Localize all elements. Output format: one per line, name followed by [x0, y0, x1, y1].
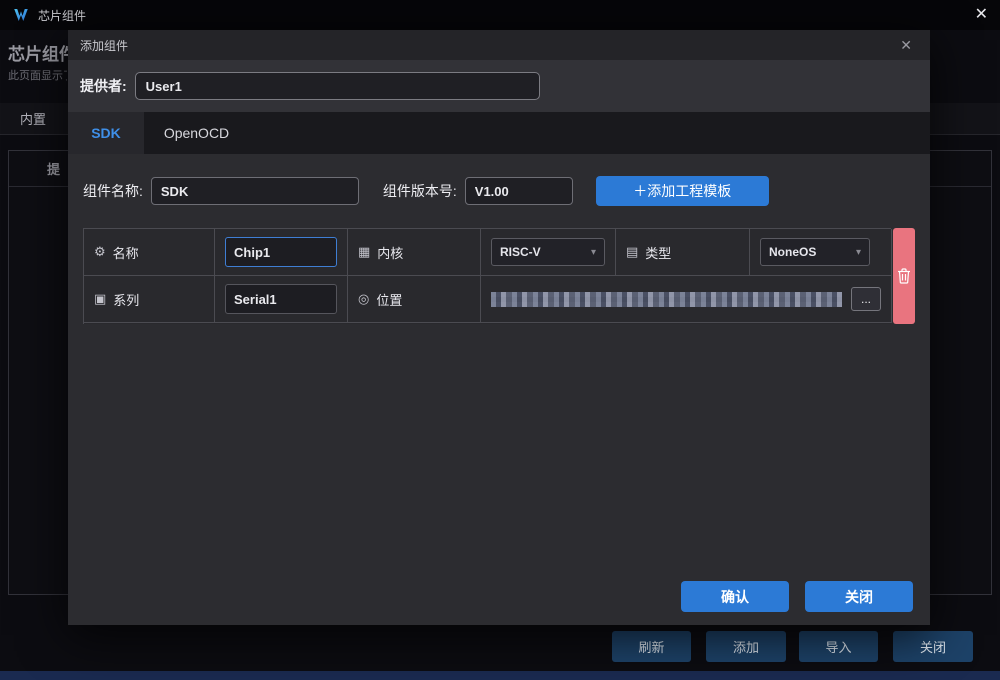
- series-value-cell: [215, 276, 348, 323]
- type-value-cell: NoneOS ▾: [750, 229, 892, 276]
- dialog-content: 组件名称: 组件版本号: ＋添加工程模板 ⚙ 名称: [68, 154, 930, 625]
- dialog-close-button[interactable]: 关闭: [805, 581, 913, 612]
- type-dropdown[interactable]: NoneOS ▾: [760, 238, 870, 266]
- page-close-button[interactable]: 关闭: [893, 631, 973, 662]
- series-icon: ▣: [94, 291, 107, 306]
- tab-sdk[interactable]: SDK: [68, 112, 144, 154]
- template-table: ⚙ 名称 ▦ 内核 RISC-V ▾: [83, 228, 892, 324]
- type-icon: ▤: [626, 244, 639, 259]
- delete-row-button[interactable]: [893, 228, 915, 324]
- location-label-cell: ◎ 位置: [348, 276, 481, 323]
- component-version-label: 组件版本号:: [382, 183, 457, 199]
- core-label: 内核: [377, 245, 404, 261]
- chevron-down-icon: ▾: [855, 246, 861, 258]
- component-version-input[interactable]: [464, 177, 573, 205]
- core-label-cell: ▦ 内核: [348, 229, 481, 276]
- window-close-icon[interactable]: ✕: [975, 7, 988, 23]
- refresh-button[interactable]: 刷新: [612, 631, 691, 662]
- location-value-cell: ...: [481, 276, 892, 323]
- tab-openocd[interactable]: OpenOCD: [144, 112, 249, 154]
- window-title: 芯片组件: [38, 8, 87, 23]
- page-subtitle: 此页面显示了: [8, 70, 67, 82]
- location-label: 位置: [376, 292, 403, 308]
- type-dropdown-value: NoneOS: [769, 245, 817, 259]
- provider-input[interactable]: [134, 72, 540, 100]
- series-label: 系列: [113, 292, 140, 308]
- add-button[interactable]: 添加: [706, 631, 786, 662]
- app-logo-icon: [14, 9, 28, 21]
- core-dropdown-value: RISC-V: [500, 245, 541, 259]
- template-table-wrap: ⚙ 名称 ▦ 内核 RISC-V ▾: [83, 228, 915, 324]
- name-label-cell: ⚙ 名称: [84, 229, 215, 276]
- dialog-footer: 确认 关闭: [681, 581, 913, 612]
- provider-label: 提供者:: [80, 78, 127, 94]
- type-label-cell: ▤ 类型: [616, 229, 750, 276]
- dialog-tabs: SDK OpenOCD: [68, 112, 930, 154]
- tab-builtin[interactable]: 内置: [20, 109, 46, 128]
- page-title: 芯片组件: [8, 45, 76, 64]
- component-name-input[interactable]: [150, 177, 359, 205]
- chip-name-input[interactable]: [225, 237, 337, 267]
- dialog-title: 添加组件: [80, 38, 129, 53]
- location-icon: ◎: [358, 291, 370, 306]
- name-value-cell: [215, 229, 348, 276]
- core-value-cell: RISC-V ▾: [481, 229, 616, 276]
- dialog-header: 添加组件 ✕: [68, 30, 930, 60]
- provider-row: 提供者:: [68, 60, 930, 112]
- add-component-dialog: 添加组件 ✕ 提供者: SDK OpenOCD 组件名称: 组件版本号: ＋添加…: [68, 30, 930, 625]
- add-template-button[interactable]: ＋添加工程模板: [595, 176, 769, 206]
- page-button-row: 刷新 添加 导入 关闭: [0, 631, 1000, 662]
- component-name-label: 组件名称:: [83, 183, 143, 199]
- core-dropdown[interactable]: RISC-V ▾: [491, 238, 605, 266]
- core-icon: ▦: [358, 244, 371, 259]
- location-path-redacted: [491, 291, 842, 307]
- bottom-strip: [0, 671, 1000, 680]
- confirm-button[interactable]: 确认: [681, 581, 789, 612]
- titlebar: 芯片组件 ✕: [0, 0, 1000, 30]
- series-input[interactable]: [225, 284, 337, 314]
- component-form-row: 组件名称: 组件版本号: ＋添加工程模板: [83, 176, 915, 206]
- series-label-cell: ▣ 系列: [84, 276, 215, 323]
- browse-button[interactable]: ...: [851, 287, 881, 311]
- import-button[interactable]: 导入: [799, 631, 878, 662]
- gear-icon: ⚙: [94, 244, 106, 259]
- type-label: 类型: [645, 245, 672, 261]
- app-window: 芯片组件 ✕ 芯片组件 此页面显示了 内置 提 刷新 添加 导入 关闭 添加组件…: [0, 0, 1000, 680]
- dialog-close-icon[interactable]: ✕: [900, 37, 912, 54]
- name-label: 名称: [112, 245, 139, 261]
- trash-icon: [898, 268, 910, 284]
- chevron-down-icon: ▾: [590, 246, 596, 258]
